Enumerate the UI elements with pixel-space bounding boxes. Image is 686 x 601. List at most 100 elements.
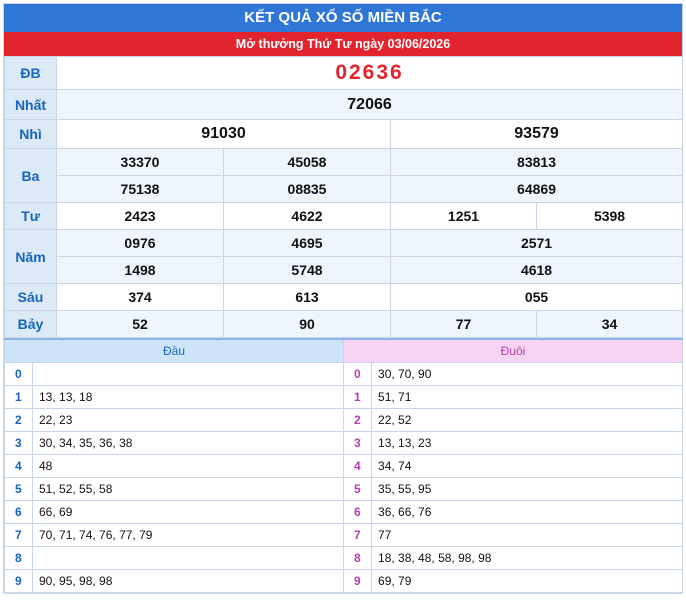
fifth-prize-number: 4618 — [389, 256, 684, 284]
dau-key: 2 — [4, 408, 33, 432]
first-prize-number: 72066 — [55, 89, 684, 120]
duoi-key: 8 — [343, 546, 373, 570]
dau-key: 8 — [4, 546, 33, 570]
duoi-key: 4 — [343, 454, 373, 478]
dau-values: 66, 69 — [31, 500, 345, 524]
duoi-values: 18, 38, 48, 58, 98, 98 — [371, 546, 684, 570]
prize-row-nhi: Nhì 91030 93579 — [4, 119, 684, 149]
dau-key: 1 — [4, 385, 33, 409]
loto-body: 0 0 30, 70, 90 1 13, 13, 18 1 51, 71 2 22, 23 2 22… — [4, 362, 684, 593]
duoi-values: 13, 13, 23 — [371, 431, 684, 455]
seventh-prize-number: 34 — [535, 310, 684, 338]
duoi-values: 22, 52 — [371, 408, 684, 432]
dau-key: 9 — [4, 569, 33, 593]
loto-header-row: Đầu Đuôi — [3, 338, 684, 363]
duoi-key: 3 — [343, 431, 373, 455]
dau-key: 5 — [4, 477, 33, 501]
prize-row-tu: Tư 2423 4622 1251 5398 — [4, 202, 684, 230]
duoi-key: 0 — [343, 362, 373, 386]
dau-values — [31, 546, 345, 570]
dau-key: 6 — [4, 500, 33, 524]
prize-label-ba: Ba — [4, 148, 57, 203]
results-title: KẾT QUẢ XỔ SỐ MIỀN BẮC — [4, 4, 682, 32]
third-prize-number: 33370 — [56, 148, 224, 176]
dau-values — [31, 362, 345, 386]
seventh-prize-number: 90 — [223, 310, 391, 338]
dau-header: Đầu — [3, 338, 345, 363]
loto-row: 8 8 18, 38, 48, 58, 98, 98 — [4, 546, 684, 570]
dau-values: 13, 13, 18 — [31, 385, 345, 409]
fourth-prize-number: 4622 — [223, 202, 391, 230]
sixth-prize-number: 055 — [389, 283, 684, 311]
third-prize-number: 64869 — [389, 175, 684, 203]
dau-key: 3 — [4, 431, 33, 455]
sixth-prize-number: 374 — [56, 283, 224, 311]
fourth-prize-number: 1251 — [390, 202, 537, 230]
second-prize-number: 93579 — [389, 119, 684, 149]
duoi-header: Đuôi — [343, 338, 684, 363]
fifth-prize-number: 2571 — [389, 229, 684, 257]
prize-row-ba: Ba 33370 45058 83813 — [4, 148, 684, 203]
fifth-prize-number: 0976 — [56, 229, 224, 257]
results-panel: KẾT QUẢ XỔ SỐ MIỀN BẮC Mở thưởng Thứ Tư … — [3, 3, 684, 594]
prize-label-tu: Tư — [4, 202, 57, 230]
dau-values: 22, 23 — [31, 408, 345, 432]
duoi-values: 34, 74 — [371, 454, 684, 478]
dau-values: 70, 71, 74, 76, 77, 79 — [31, 523, 345, 547]
dau-key: 4 — [4, 454, 33, 478]
duoi-key: 2 — [343, 408, 373, 432]
duoi-key: 5 — [343, 477, 373, 501]
prize-label-nhi: Nhì — [4, 119, 57, 149]
duoi-values: 69, 79 — [371, 569, 684, 593]
loto-row: 4 48 4 34, 74 — [4, 454, 684, 478]
second-prize-number: 91030 — [56, 119, 391, 149]
third-prize-number: 75138 — [56, 175, 224, 203]
seventh-prize-number: 52 — [56, 310, 224, 338]
third-prize-number: 83813 — [389, 148, 684, 176]
prize-row-nam: Năm 0976 4695 2571 — [4, 229, 684, 284]
loto-row: 2 22, 23 2 22, 52 — [4, 408, 684, 432]
fourth-prize-number: 5398 — [535, 202, 684, 230]
prize-row-nhat: Nhất 72066 — [4, 89, 684, 120]
loto-row: 0 0 30, 70, 90 — [4, 362, 684, 386]
duoi-key: 7 — [343, 523, 373, 547]
prize-label-sau: Sáu — [4, 283, 57, 311]
loto-row: 9 90, 95, 98, 98 9 69, 79 — [4, 569, 684, 593]
prize-label-db: ĐB — [4, 56, 57, 90]
seventh-prize-number: 77 — [390, 310, 537, 338]
prize-row-db: ĐB 02636 — [4, 56, 684, 90]
duoi-key: 1 — [343, 385, 373, 409]
draw-date-subtitle: Mở thưởng Thứ Tư ngày 03/06/2026 — [4, 32, 682, 56]
duoi-key: 9 — [343, 569, 373, 593]
duoi-values: 36, 66, 76 — [371, 500, 684, 524]
dau-values: 30, 34, 35, 36, 38 — [31, 431, 345, 455]
duoi-values: 51, 71 — [371, 385, 684, 409]
dau-key: 7 — [4, 523, 33, 547]
special-prize-number: 02636 — [55, 56, 684, 90]
duoi-values: 35, 55, 95 — [371, 477, 684, 501]
loto-row: 6 66, 69 6 36, 66, 76 — [4, 500, 684, 524]
fifth-prize-number: 5748 — [223, 256, 391, 284]
dau-values: 51, 52, 55, 58 — [31, 477, 345, 501]
fifth-prize-number: 4695 — [223, 229, 391, 257]
third-prize-number: 08835 — [223, 175, 391, 203]
prize-row-nam-2: 1498 5748 4618 — [5, 256, 684, 284]
duoi-values: 30, 70, 90 — [371, 362, 684, 386]
loto-table: Đầu Đuôi 0 0 30, 70, 90 1 13, 13, 18 1 51, 71 2… — [3, 338, 684, 593]
loto-row: 3 30, 34, 35, 36, 38 3 13, 13, 23 — [4, 431, 684, 455]
fifth-prize-number: 1498 — [56, 256, 224, 284]
sixth-prize-number: 613 — [223, 283, 391, 311]
fourth-prize-number: 2423 — [56, 202, 224, 230]
prize-label-bay: Bảy — [4, 310, 57, 338]
prize-table: ĐB 02636 Nhất 72066 Nhì 91030 93579 Ba 3… — [4, 56, 684, 338]
duoi-key: 6 — [343, 500, 373, 524]
loto-row: 7 70, 71, 74, 76, 77, 79 7 77 — [4, 523, 684, 547]
loto-row: 1 13, 13, 18 1 51, 71 — [4, 385, 684, 409]
prize-row-bay: Bảy 52 90 77 34 — [4, 310, 684, 338]
duoi-values: 77 — [371, 523, 684, 547]
prize-row-sau: Sáu 374 613 055 — [4, 283, 684, 311]
prize-row-ba-2: 75138 08835 64869 — [5, 175, 684, 203]
dau-key: 0 — [4, 362, 33, 386]
dau-values: 48 — [31, 454, 345, 478]
dau-values: 90, 95, 98, 98 — [31, 569, 345, 593]
